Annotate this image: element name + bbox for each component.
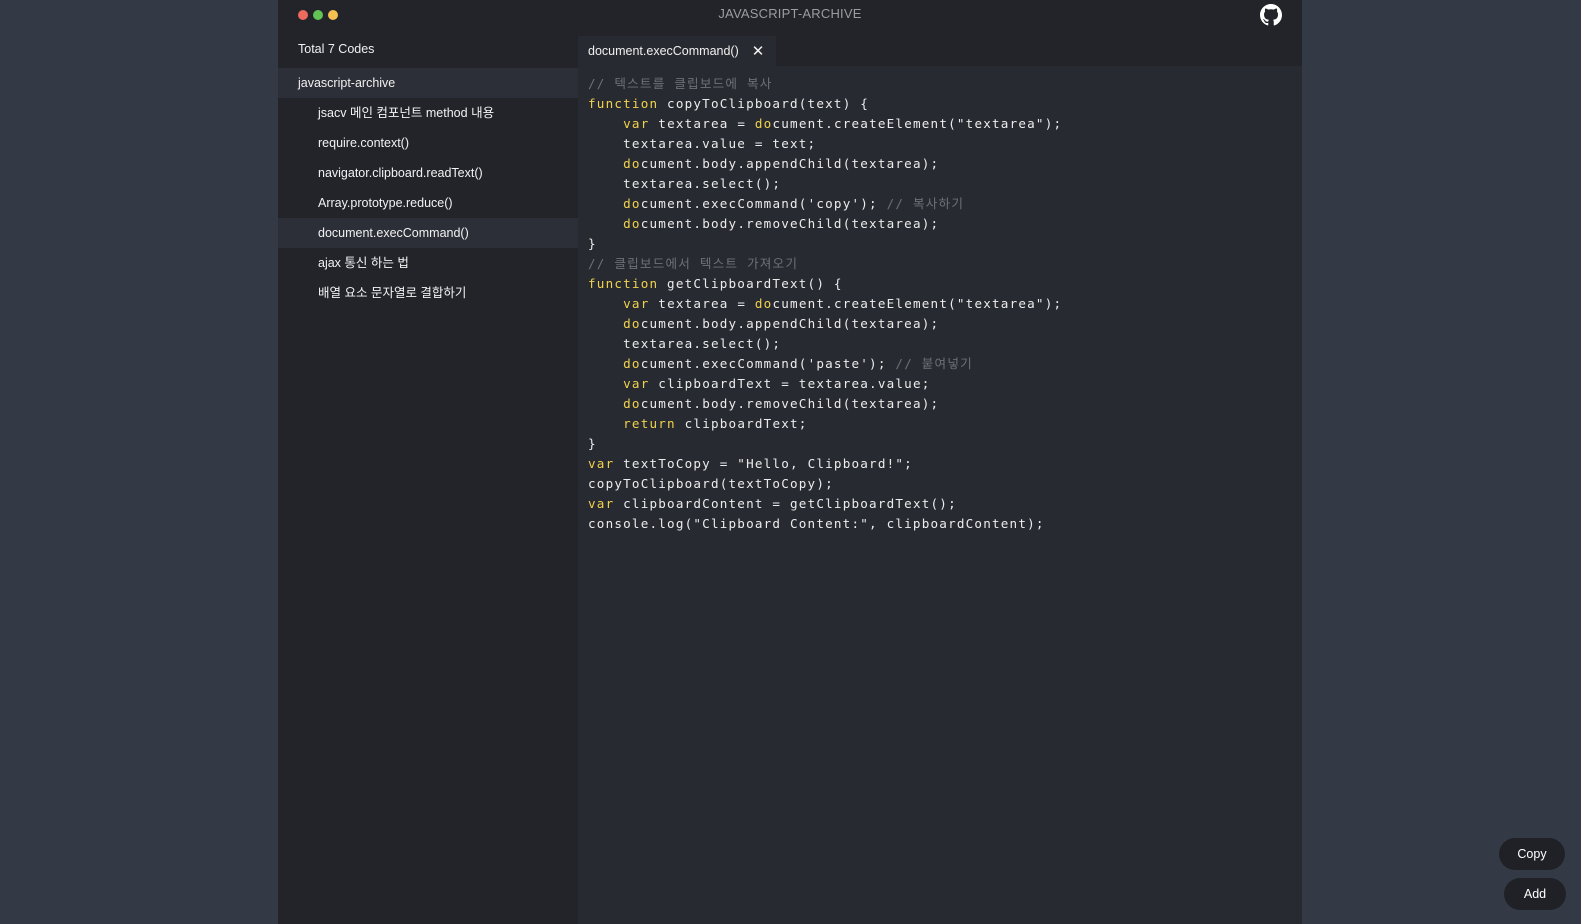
code-line: console.log("Clipboard Content:", clipbo… <box>588 514 1302 534</box>
code-line: var textToCopy = "Hello, Clipboard!"; <box>588 454 1302 474</box>
code-keyword: do <box>623 156 641 171</box>
code-comment: // 붙여넣기 <box>895 356 973 371</box>
code-token: clipboardText; <box>675 416 808 431</box>
code-keyword: var <box>588 456 615 471</box>
code-line: } <box>588 234 1302 254</box>
code-comment: // 텍스트를 클립보드에 복사 <box>588 76 773 91</box>
code-token: cument.body.removeChild(textarea); <box>640 216 940 231</box>
file-list: jsacv 메인 컴포넌트 method 내용 require.context()… <box>278 98 578 308</box>
code-line: var textarea = document.createElement("t… <box>588 114 1302 134</box>
code-token: cument.body.appendChild(textarea); <box>640 316 940 331</box>
code-keyword: function <box>588 96 659 111</box>
code-token: cument.createElement("textarea"); <box>772 116 1063 131</box>
code-keyword: do <box>623 396 641 411</box>
sidebar-file-item[interactable]: document.execCommand() <box>278 218 578 248</box>
close-icon[interactable]: ✕ <box>748 42 768 60</box>
code-keyword: function <box>588 276 659 291</box>
code-line: function getClipboardText() { <box>588 274 1302 294</box>
code-token: cument.execCommand('paste'); <box>640 356 896 371</box>
code-line: var textarea = document.createElement("t… <box>588 294 1302 314</box>
sidebar: Total 7 Codes javascript-archive jsacv 메… <box>278 30 578 924</box>
code-token: textToCopy = "Hello, Clipboard!"; <box>614 456 913 471</box>
code-line: } <box>588 434 1302 454</box>
code-line: textarea.value = text; <box>588 134 1302 154</box>
code-token: copyToClipboard(text) { <box>658 96 870 111</box>
tab-bar: document.execCommand() ✕ <box>578 30 1302 66</box>
code-content[interactable]: // 텍스트를 클립보드에 복사 function copyToClipboard… <box>578 66 1302 534</box>
code-token: } <box>588 236 597 251</box>
copy-button[interactable]: Copy <box>1499 838 1565 870</box>
code-line: document.execCommand('copy'); // 복사하기 <box>588 194 1302 214</box>
code-line: return clipboardText; <box>588 414 1302 434</box>
code-token: copyToClipboard(textToCopy); <box>588 476 834 491</box>
code-line: var clipboardText = textarea.value; <box>588 374 1302 394</box>
code-token: cument.execCommand('copy'); <box>640 196 887 211</box>
code-token: } <box>588 436 597 451</box>
code-comment: // 복사하기 <box>886 196 965 211</box>
code-token: clipboardContent = getClipboardText(); <box>614 496 957 511</box>
code-token: textarea = <box>649 296 755 311</box>
code-keyword: do <box>754 116 773 131</box>
code-token: clipboardText = textarea.value; <box>649 376 931 391</box>
app-title: JAVASCRIPT-ARCHIVE <box>718 6 862 21</box>
code-keyword: do <box>754 296 773 311</box>
code-comment: // 클립보드에서 텍스트 가져오기 <box>588 256 799 271</box>
sidebar-file-item[interactable]: jsacv 메인 컴포넌트 method 내용 <box>278 98 578 128</box>
app-window: JAVASCRIPT-ARCHIVE Total 7 Codes javascr… <box>278 0 1302 924</box>
code-token: console.log("Clipboard Content:", clipbo… <box>588 516 1045 531</box>
sidebar-file-item[interactable]: Array.prototype.reduce() <box>278 188 578 218</box>
code-keyword: do <box>623 216 641 231</box>
code-keyword: do <box>623 316 641 331</box>
code-token: textarea.select(); <box>588 176 782 191</box>
sidebar-file-item[interactable]: ajax 통신 하는 법 <box>278 248 578 278</box>
code-keyword: do <box>623 356 641 371</box>
github-icon[interactable] <box>1260 4 1282 26</box>
tab-document-execcommand[interactable]: document.execCommand() ✕ <box>578 36 776 66</box>
sidebar-file-item[interactable]: navigator.clipboard.readText() <box>278 158 578 188</box>
code-line: document.body.removeChild(textarea); <box>588 214 1302 234</box>
code-line: document.execCommand('paste'); // 붙여넣기 <box>588 354 1302 374</box>
code-keyword: var <box>623 376 650 391</box>
code-token: cument.body.appendChild(textarea); <box>640 156 940 171</box>
sidebar-file-item[interactable]: require.context() <box>278 128 578 158</box>
code-token: textarea.value = text; <box>588 136 817 151</box>
folder-javascript-archive[interactable]: javascript-archive <box>278 68 578 98</box>
code-line: function copyToClipboard(text) { <box>588 94 1302 114</box>
code-token: cument.body.removeChild(textarea); <box>640 396 940 411</box>
code-token: getClipboardText() { <box>658 276 843 291</box>
code-line: var clipboardContent = getClipboardText(… <box>588 494 1302 514</box>
code-line: textarea.select(); <box>588 334 1302 354</box>
code-line: document.body.appendChild(textarea); <box>588 154 1302 174</box>
code-line: copyToClipboard(textToCopy); <box>588 474 1302 494</box>
sidebar-file-item[interactable]: 배열 요소 문자열로 결합하기 <box>278 278 578 308</box>
code-keyword: var <box>623 116 650 131</box>
code-keyword: var <box>588 496 615 511</box>
code-token: textarea.select(); <box>588 336 782 351</box>
title-bar: JAVASCRIPT-ARCHIVE <box>278 0 1302 30</box>
code-line: // 클립보드에서 텍스트 가져오기 <box>588 254 1302 274</box>
code-line: document.body.appendChild(textarea); <box>588 314 1302 334</box>
code-line: // 텍스트를 클립보드에 복사 <box>588 74 1302 94</box>
code-line: document.body.removeChild(textarea); <box>588 394 1302 414</box>
code-token: cument.createElement("textarea"); <box>772 296 1063 311</box>
tab-label: document.execCommand() <box>588 44 739 58</box>
code-keyword: var <box>623 296 650 311</box>
total-codes-label: Total 7 Codes <box>298 42 375 56</box>
code-keyword: return <box>623 416 676 431</box>
add-button[interactable]: Add <box>1504 878 1566 910</box>
code-token: textarea = <box>649 116 755 131</box>
code-line: textarea.select(); <box>588 174 1302 194</box>
code-keyword: do <box>623 196 641 211</box>
code-editor: document.execCommand() ✕ // 텍스트를 클립보드에 복… <box>578 30 1302 924</box>
